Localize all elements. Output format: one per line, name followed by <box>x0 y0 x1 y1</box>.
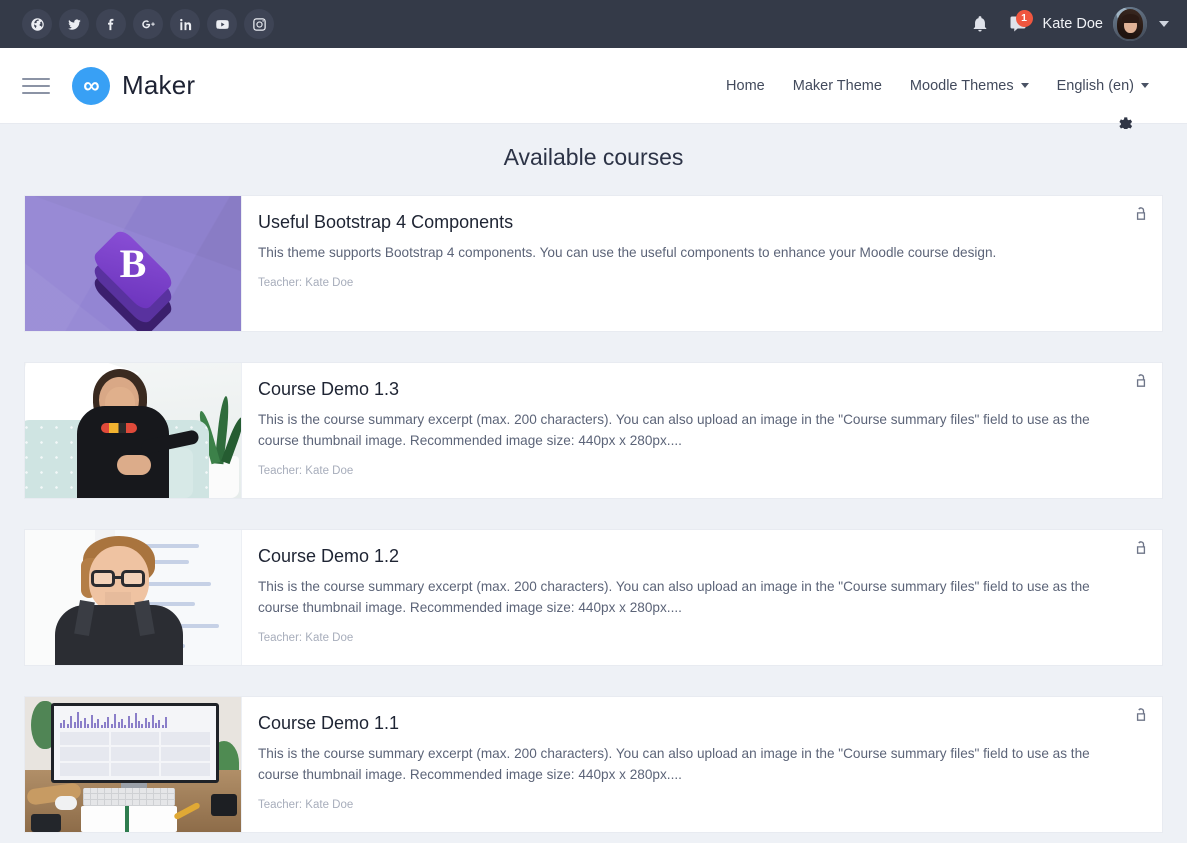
notifications-bell-icon[interactable] <box>961 4 999 44</box>
unlocked-padlock-icon[interactable] <box>1134 206 1148 222</box>
nav-item-moodle-themes[interactable]: Moodle Themes <box>896 70 1043 102</box>
avatar[interactable] <box>1113 7 1147 41</box>
nav-item-label: Maker Theme <box>792 77 882 94</box>
course-summary: This is the course summary excerpt (max.… <box>258 412 1090 449</box>
nav-item-label: Moodle Themes <box>909 77 1014 94</box>
user-menu-chevron-down-icon[interactable] <box>1159 21 1169 27</box>
google-plus-icon[interactable] <box>133 9 163 39</box>
unlocked-padlock-icon[interactable] <box>1134 540 1148 556</box>
nav-item-maker-theme[interactable]: Maker Theme <box>779 70 896 102</box>
main-content: Available courses B Useful Bootstrap 4 C… <box>0 124 1187 842</box>
header-left: ∞ Maker <box>22 66 196 105</box>
woman-on-sofa-photo <box>25 363 241 498</box>
top-bar-user-area: 1 Kate Doe <box>961 4 1173 44</box>
unlocked-padlock-icon[interactable] <box>1134 707 1148 723</box>
nav-item-language[interactable]: English (en) <box>1043 70 1163 102</box>
course-card[interactable]: Course Demo 1.3 This is the course summa… <box>24 362 1163 499</box>
course-summary: This is the course summary excerpt (max.… <box>258 579 1090 616</box>
page-title: Available courses <box>503 144 684 170</box>
site-header: ∞ Maker Home Maker Theme Moodle Themes E… <box>0 48 1187 129</box>
twitter-icon[interactable] <box>59 9 89 39</box>
user-name[interactable]: Kate Doe <box>1043 16 1103 32</box>
unlocked-padlock-icon[interactable] <box>1134 373 1148 389</box>
course-card-body: Useful Bootstrap 4 Components This theme… <box>241 196 1162 331</box>
gear-icon[interactable] <box>1116 115 1134 129</box>
course-summary: This theme supports Bootstrap 4 componen… <box>258 245 997 260</box>
course-card[interactable]: Course Demo 1.1 This is the course summa… <box>24 696 1163 833</box>
course-list: B Useful Bootstrap 4 Components This the… <box>0 195 1187 833</box>
course-title[interactable]: Useful Bootstrap 4 Components <box>258 212 1114 233</box>
linkedin-icon[interactable] <box>170 9 200 39</box>
chevron-down-icon <box>1020 83 1029 88</box>
infinity-logo-icon: ∞ <box>72 66 110 105</box>
hamburger-menu-icon[interactable] <box>22 77 50 94</box>
bootstrap-logo-thumbnail: B <box>25 196 241 331</box>
course-card[interactable]: B Useful Bootstrap 4 Components This the… <box>24 195 1163 332</box>
course-title[interactable]: Course Demo 1.2 <box>258 546 1114 567</box>
course-teacher: Teacher: Kate Doe <box>258 277 354 290</box>
course-summary: This is the course summary excerpt (max.… <box>258 746 1090 783</box>
course-title[interactable]: Course Demo 1.3 <box>258 379 1114 400</box>
youtube-icon[interactable] <box>207 9 237 39</box>
course-teacher: Teacher: Kate Doe <box>258 632 354 645</box>
course-teacher: Teacher: Kate Doe <box>258 799 354 812</box>
brand-logo-link[interactable]: ∞ Maker <box>72 66 196 105</box>
facebook-icon[interactable] <box>96 9 126 39</box>
main-navigation: Home Maker Theme Moodle Themes English (… <box>712 70 1163 102</box>
social-links <box>22 9 274 39</box>
brand-name: Maker <box>122 70 196 100</box>
nav-item-label: Home <box>726 77 765 94</box>
course-card-body: Course Demo 1.3 This is the course summa… <box>241 363 1162 498</box>
chevron-down-icon <box>1141 83 1149 88</box>
course-teacher: Teacher: Kate Doe <box>258 465 354 478</box>
nav-item-label: English (en) <box>1056 77 1134 94</box>
instagram-icon[interactable] <box>244 9 274 39</box>
course-card-body: Course Demo 1.1 This is the course summa… <box>241 697 1162 832</box>
message-count-badge: 1 <box>1015 10 1033 27</box>
course-title[interactable]: Course Demo 1.1 <box>258 713 1114 734</box>
desk-with-monitor-photo <box>25 697 241 832</box>
top-bar: 1 Kate Doe <box>0 0 1187 48</box>
woman-with-glasses-photo <box>25 530 241 665</box>
messages-icon[interactable]: 1 <box>999 4 1037 44</box>
course-card[interactable]: Course Demo 1.2 This is the course summa… <box>24 529 1163 666</box>
website-icon[interactable] <box>22 9 52 39</box>
course-card-body: Course Demo 1.2 This is the course summa… <box>241 530 1162 665</box>
nav-item-home[interactable]: Home <box>712 70 779 102</box>
